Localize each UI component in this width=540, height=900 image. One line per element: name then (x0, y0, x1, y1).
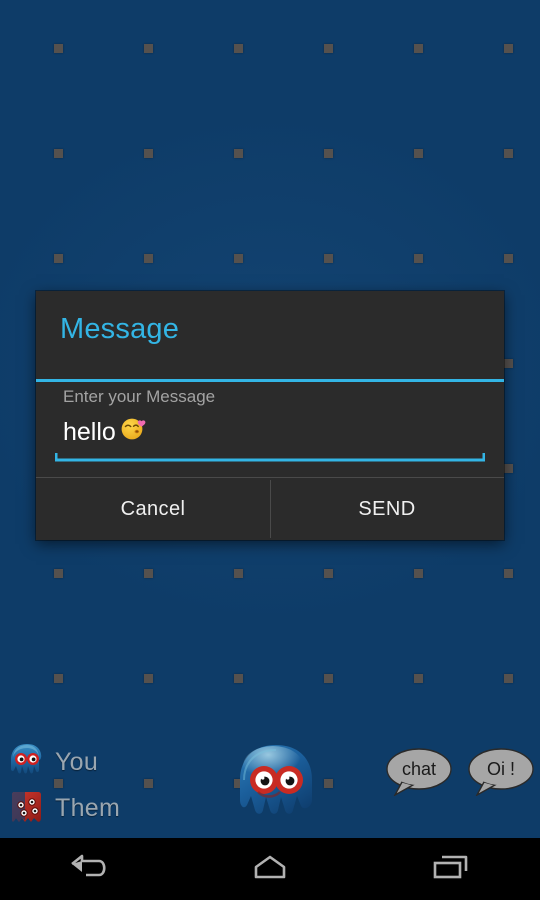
back-arrow-icon (66, 851, 114, 888)
message-input-text: hello (63, 417, 116, 446)
home-icon (246, 851, 294, 888)
speech-bubble-chat-label: chat (401, 758, 437, 779)
blue-octopus-icon (8, 742, 46, 782)
message-input-underline (55, 453, 485, 462)
dialog-title-divider (36, 379, 504, 382)
wallpaper-dot (324, 569, 333, 578)
dialog-title: Message (60, 313, 180, 345)
wallpaper-dot (414, 44, 423, 53)
blue-octopus-character (228, 740, 324, 832)
legend-label-you: You (55, 747, 99, 776)
wallpaper-dot (54, 674, 63, 683)
wallpaper-dot (324, 254, 333, 263)
wallpaper-dot (414, 569, 423, 578)
message-dialog: Message Enter your Message hello Cancel … (36, 291, 504, 540)
wallpaper-dot (504, 149, 513, 158)
speech-bubble-chat[interactable]: chat (386, 748, 452, 797)
speech-bubble-oi-label: Oi ! (486, 758, 515, 779)
message-input[interactable]: hello (55, 415, 485, 462)
wallpaper-dot (504, 254, 513, 263)
dialog-button-bar: Cancel SEND (36, 478, 504, 540)
wallpaper-dot (414, 674, 423, 683)
wallpaper-dot (144, 569, 153, 578)
recents-icon (426, 851, 474, 888)
wallpaper-dot (234, 254, 243, 263)
wallpaper-dot (54, 569, 63, 578)
wallpaper-dot (54, 44, 63, 53)
nav-recents-button[interactable] (360, 838, 540, 900)
wallpaper-dot (504, 359, 513, 368)
wallpaper-dot (324, 674, 333, 683)
wallpaper-dot (234, 149, 243, 158)
wallpaper-dot (54, 149, 63, 158)
wallpaper-dot (324, 44, 333, 53)
cancel-button[interactable]: Cancel (36, 478, 270, 540)
wallpaper-dot (144, 254, 153, 263)
wallpaper-dot (504, 569, 513, 578)
wallpaper-dot (414, 149, 423, 158)
wallpaper-dot (504, 464, 513, 473)
wallpaper-dot (324, 149, 333, 158)
wallpaper-dot (504, 674, 513, 683)
wallpaper-dot (234, 44, 243, 53)
red-monster-icon (8, 788, 46, 828)
android-navigation-bar (0, 838, 540, 900)
legend-label-them: Them (55, 793, 121, 822)
wallpaper-dot (234, 674, 243, 683)
wallpaper-dot (504, 44, 513, 53)
message-field-label: Enter your Message (63, 387, 216, 406)
kissing-face-emoji (120, 415, 147, 449)
nav-back-button[interactable] (0, 838, 180, 900)
legend-item-them: Them (8, 788, 120, 828)
phone-screen: You Them chat Oi ! Message Enter your Me… (0, 0, 540, 900)
nav-home-button[interactable] (180, 838, 360, 900)
speech-bubble-oi[interactable]: Oi ! (468, 748, 534, 797)
wallpaper-dot (144, 149, 153, 158)
wallpaper-dot (414, 254, 423, 263)
wallpaper-dot (54, 254, 63, 263)
legend-item-you: You (8, 742, 98, 782)
wallpaper-dot (144, 674, 153, 683)
wallpaper-dot (144, 44, 153, 53)
wallpaper-dot (234, 569, 243, 578)
send-button[interactable]: SEND (270, 478, 504, 540)
